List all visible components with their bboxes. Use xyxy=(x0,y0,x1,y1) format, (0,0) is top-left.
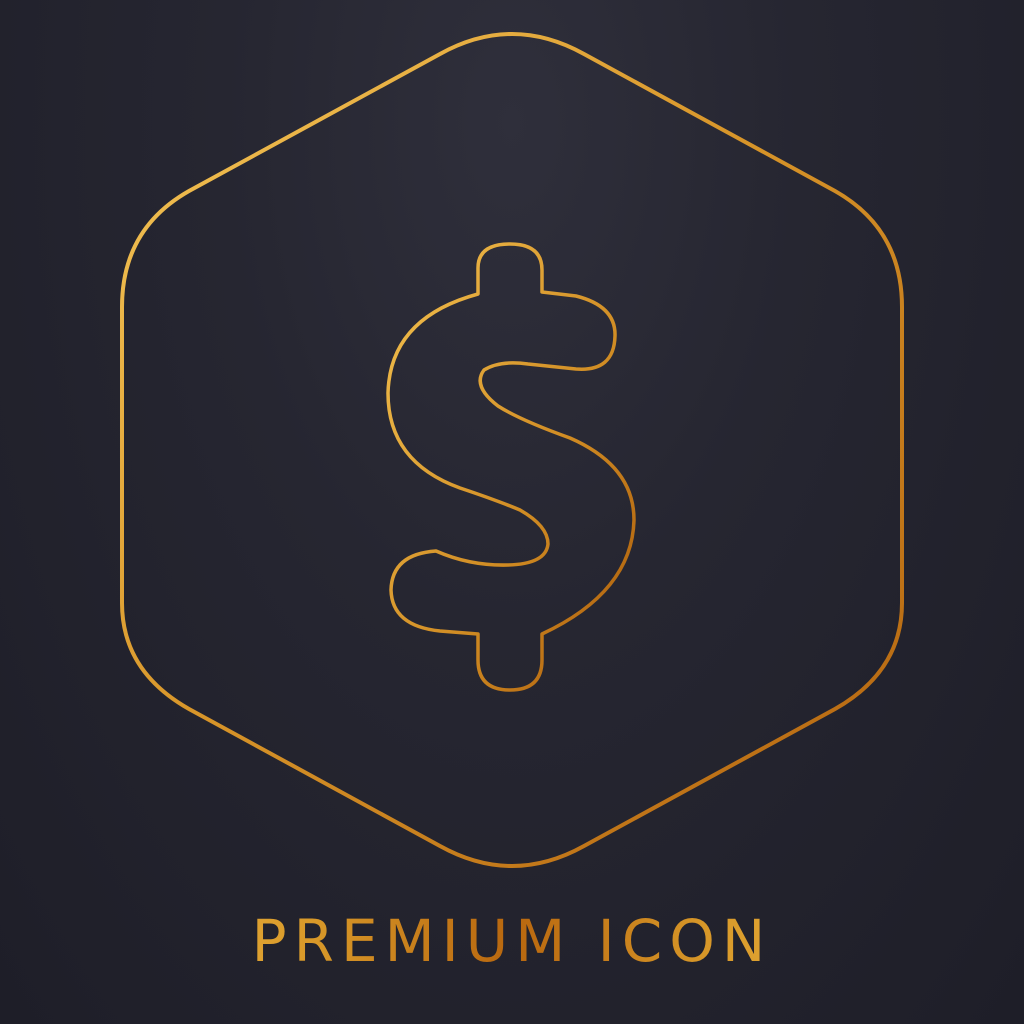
dollar-sign-icon xyxy=(386,242,636,692)
premium-icon-artwork xyxy=(120,32,904,868)
hexagon-outline-icon xyxy=(120,32,904,868)
premium-icon-caption: PREMIUM ICON xyxy=(0,912,1024,970)
